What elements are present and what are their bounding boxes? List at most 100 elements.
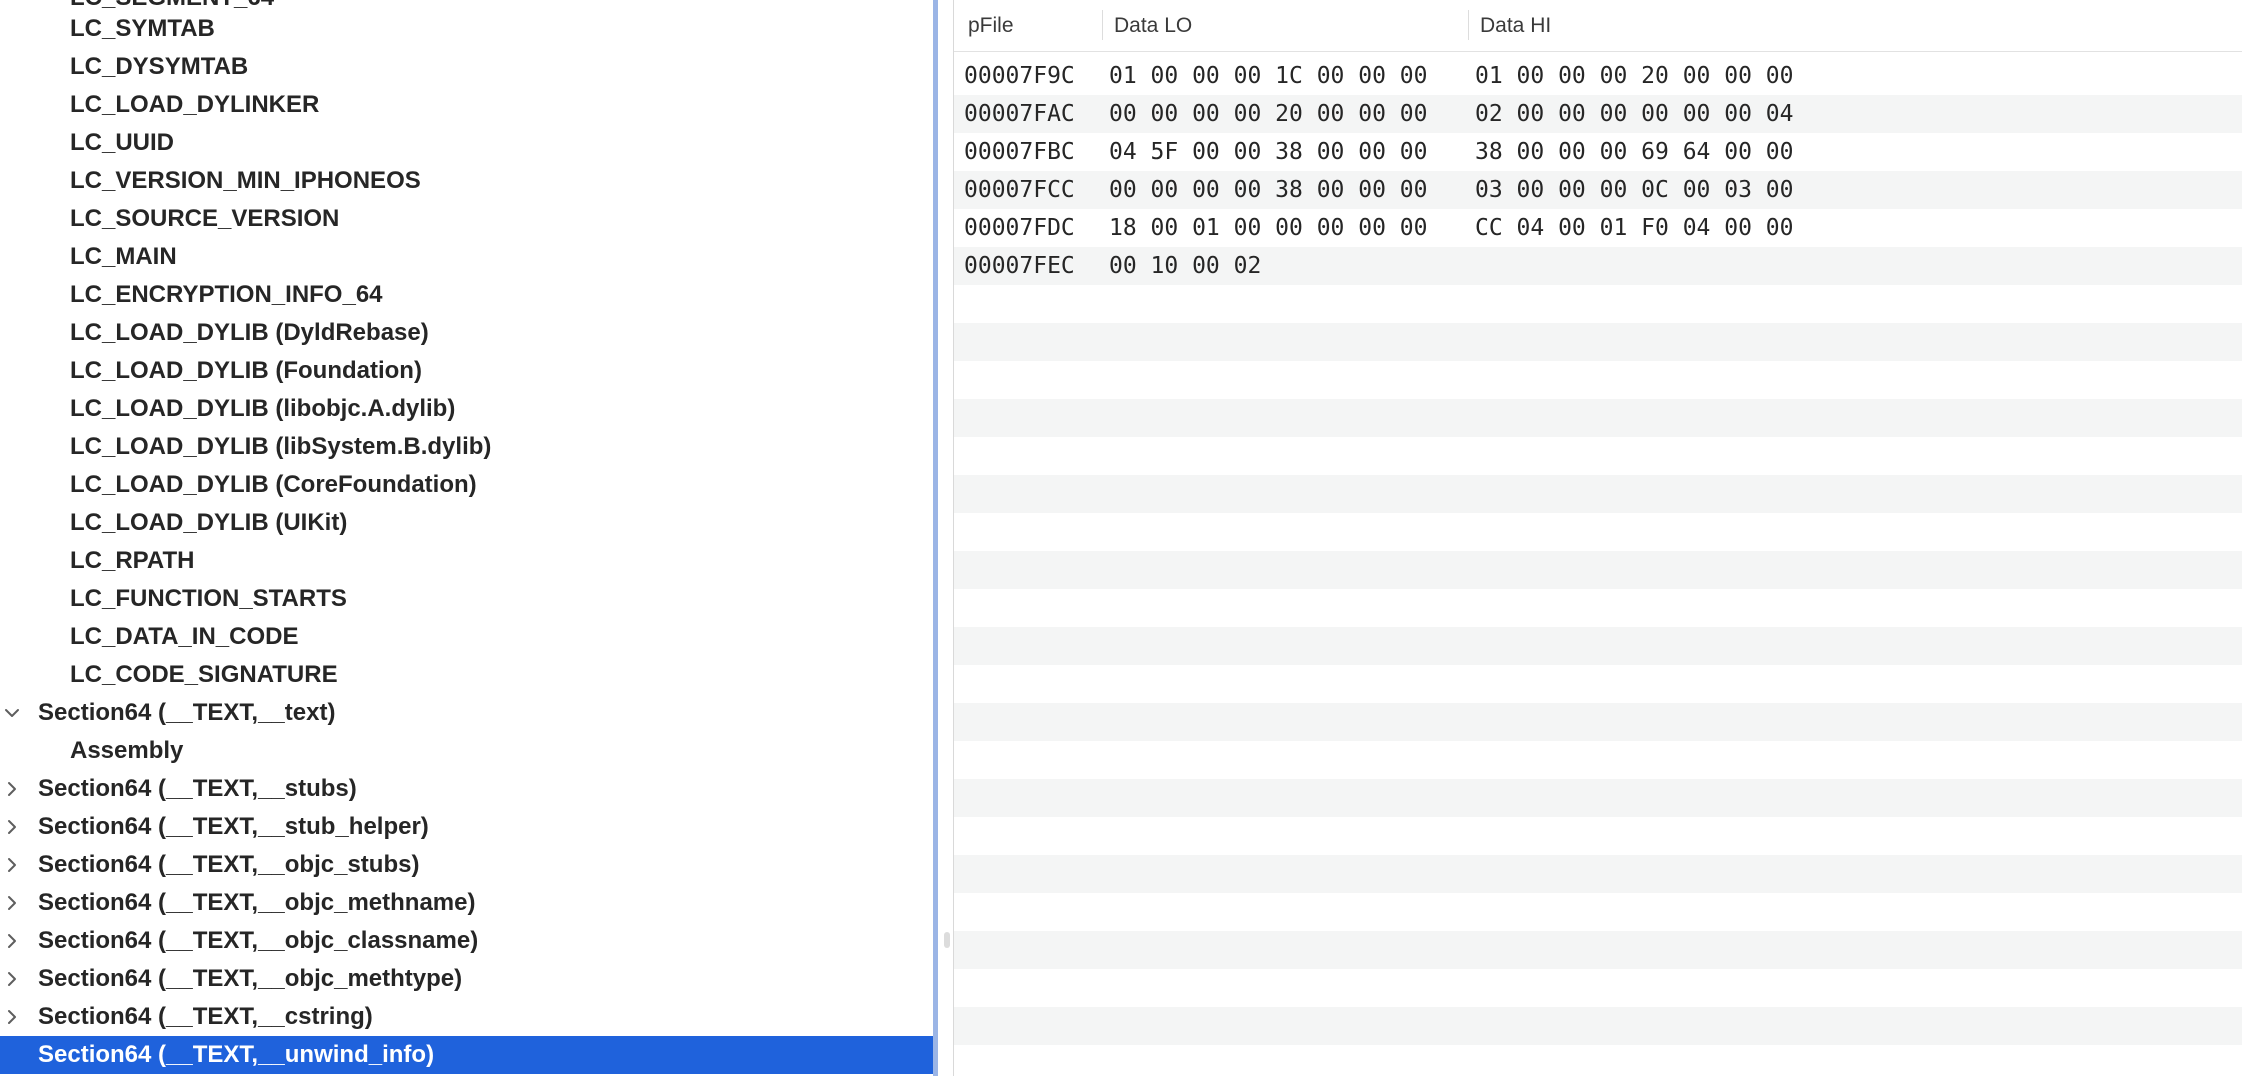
pfile-cell: 00007FBC [964, 139, 1075, 165]
data-lo-cell: 00 00 00 00 20 00 00 00 [1109, 101, 1428, 127]
table-row[interactable]: 00007FCC 00 00 00 00 38 00 00 00 03 00 00 … [954, 171, 2242, 209]
data-hi-cell: 38 00 00 00 69 64 00 00 [1475, 139, 1794, 165]
table-row[interactable]: 00007FEC 00 10 00 02 [954, 247, 2242, 285]
hex-view: pFile Data LO Data HI 00007F9C 01 00 00 0… [954, 0, 2242, 1076]
pfile-cell: 00007FDC [964, 215, 1075, 241]
tree-item[interactable]: Section64 (__TEXT,__text) [0, 694, 933, 732]
column-header-data-hi[interactable]: Data HI [1480, 0, 1551, 52]
tree-item[interactable]: LC_LOAD_DYLIB (DyldRebase) [0, 314, 933, 352]
table-row-empty [954, 931, 2242, 969]
tree-item[interactable]: Section64 (__TEXT,__objc_methname) [0, 884, 933, 922]
column-separator[interactable] [1102, 10, 1103, 40]
tree-item[interactable]: LC_LOAD_DYLIB (CoreFoundation) [0, 466, 933, 504]
split-grip-handle[interactable] [944, 932, 950, 948]
tree-item-label: LC_LOAD_DYLIB (Foundation) [70, 357, 422, 384]
table-row-empty [954, 1007, 2242, 1045]
table-row-empty [954, 855, 2242, 893]
tree-item[interactable]: Section64 (__TEXT,__stubs) [0, 770, 933, 808]
tree-item-label: Section64 (__TEXT,__cstring) [38, 1003, 373, 1030]
outline-tree[interactable]: LC_SEGMENT_64 LC_SYMTAB LC_DYSYMTAB LC_LOA… [0, 0, 933, 1076]
tree-item-label: LC_LOAD_DYLIB (UIKit) [70, 509, 348, 536]
tree-item[interactable]: LC_SYMTAB [0, 10, 933, 48]
data-hi-cell: 02 00 00 00 00 00 00 04 [1475, 101, 1794, 127]
tree-item-label: LC_LOAD_DYLINKER [70, 91, 320, 118]
table-row-empty [954, 665, 2242, 703]
tree-item[interactable]: LC_ENCRYPTION_INFO_64 [0, 276, 933, 314]
tree-item-label: Section64 (__TEXT,__stubs) [38, 775, 357, 802]
tree-item[interactable]: Assembly [0, 732, 933, 770]
tree-item-label: Section64 (__TEXT,__objc_methtype) [38, 965, 463, 992]
table-row[interactable]: 00007FDC 18 00 01 00 00 00 00 00 CC 04 00 … [954, 209, 2242, 247]
table-row-empty [954, 285, 2242, 323]
chevron-right-icon[interactable] [2, 779, 22, 799]
tree-item-label: Section64 (__TEXT,__objc_methname) [38, 889, 476, 916]
tree-item[interactable]: Section64 (__TEXT,__stub_helper) [0, 808, 933, 846]
tree-item-label: Section64 (__TEXT,__objc_classname) [38, 927, 479, 954]
tree-item-selected[interactable]: Section64 (__TEXT,__unwind_info) [0, 1036, 933, 1074]
tree-item-label: LC_MAIN [70, 243, 177, 270]
chevron-right-icon[interactable] [2, 855, 22, 875]
tree-item-label: Section64 (__TEXT,__objc_stubs) [38, 851, 420, 878]
tree-item[interactable]: LC_VERSION_MIN_IPHONEOS [0, 162, 933, 200]
table-row[interactable]: 00007FBC 04 5F 00 00 38 00 00 00 38 00 00 … [954, 133, 2242, 171]
tree-item-label: LC_SOURCE_VERSION [70, 205, 340, 232]
tree-item[interactable]: LC_LOAD_DYLIB (Foundation) [0, 352, 933, 390]
pfile-cell: 00007F9C [964, 63, 1075, 89]
tree-item[interactable]: Section64 (__TEXT,__objc_stubs) [0, 846, 933, 884]
chevron-down-icon[interactable] [2, 703, 22, 723]
tree-item[interactable]: LC_LOAD_DYLIB (UIKit) [0, 504, 933, 542]
data-lo-cell: 18 00 01 00 00 00 00 00 [1109, 215, 1428, 241]
chevron-right-icon[interactable] [2, 931, 22, 951]
tree-item[interactable]: LC_MAIN [0, 238, 933, 276]
tree-item[interactable]: LC_DATA_IN_CODE [0, 618, 933, 656]
tree-item[interactable]: LC_CODE_SIGNATURE [0, 656, 933, 694]
tree-item-label: LC_SEGMENT_64 [70, 0, 274, 8]
column-separator[interactable] [1468, 10, 1469, 40]
tree-item-label: LC_LOAD_DYLIB (DyldRebase) [70, 319, 429, 346]
table-row-empty [954, 475, 2242, 513]
chevron-right-icon[interactable] [2, 1007, 22, 1027]
tree-item[interactable]: Section64 (__TEXT,__cstring) [0, 998, 933, 1036]
data-lo-cell: 04 5F 00 00 38 00 00 00 [1109, 139, 1428, 165]
table-row-empty [954, 627, 2242, 665]
table-row-empty [954, 323, 2242, 361]
tree-item-label: LC_UUID [70, 129, 175, 156]
table-row-empty [954, 361, 2242, 399]
data-lo-cell: 00 10 00 02 [1109, 253, 1262, 279]
tree-item-label: LC_DATA_IN_CODE [70, 623, 299, 650]
tree-item-label: LC_LOAD_DYLIB (CoreFoundation) [70, 471, 477, 498]
tree-item-label: LC_SYMTAB [70, 15, 215, 42]
chevron-right-icon[interactable] [2, 893, 22, 913]
table-row-empty [954, 1045, 2242, 1076]
tree-item[interactable]: LC_LOAD_DYLIB (libobjc.A.dylib) [0, 390, 933, 428]
tree-item[interactable]: LC_RPATH [0, 542, 933, 580]
tree-item[interactable]: LC_LOAD_DYLINKER [0, 86, 933, 124]
tree-item-label: LC_ENCRYPTION_INFO_64 [70, 281, 383, 308]
data-lo-cell: 00 00 00 00 38 00 00 00 [1109, 177, 1428, 203]
tree-item-label: Section64 (__TEXT,__stub_helper) [38, 813, 429, 840]
table-row[interactable]: 00007FAC 00 00 00 00 20 00 00 00 02 00 00 … [954, 95, 2242, 133]
tree-item[interactable]: Section64 (__TEXT,__objc_methtype) [0, 960, 933, 998]
table-row-empty [954, 513, 2242, 551]
hex-table-header: pFile Data LO Data HI [954, 0, 2242, 52]
chevron-right-icon[interactable] [2, 817, 22, 837]
tree-item[interactable]: LC_DYSYMTAB [0, 48, 933, 86]
table-row-empty [954, 589, 2242, 627]
data-hi-cell: 03 00 00 00 0C 00 03 00 [1475, 177, 1794, 203]
column-header-data-lo[interactable]: Data LO [1114, 0, 1192, 52]
tree-item[interactable]: LC_LOAD_DYLIB (libSystem.B.dylib) [0, 428, 933, 466]
hex-table-body[interactable]: 00007F9C 01 00 00 00 1C 00 00 00 01 00 00 … [954, 57, 2242, 1076]
tree-item[interactable]: LC_UUID [0, 124, 933, 162]
table-row-empty [954, 437, 2242, 475]
tree-item-partial[interactable]: LC_SEGMENT_64 [0, 0, 933, 8]
chevron-right-icon[interactable] [2, 969, 22, 989]
column-header-pfile[interactable]: pFile [968, 0, 1014, 52]
tree-item[interactable]: LC_FUNCTION_STARTS [0, 580, 933, 618]
split-divider[interactable] [933, 0, 954, 1076]
data-lo-cell: 01 00 00 00 1C 00 00 00 [1109, 63, 1428, 89]
tree-item[interactable]: Section64 (__TEXT,__objc_classname) [0, 922, 933, 960]
table-row[interactable]: 00007F9C 01 00 00 00 1C 00 00 00 01 00 00 … [954, 57, 2242, 95]
tree-item[interactable]: LC_SOURCE_VERSION [0, 200, 933, 238]
pfile-cell: 00007FCC [964, 177, 1075, 203]
table-row-empty [954, 551, 2242, 589]
